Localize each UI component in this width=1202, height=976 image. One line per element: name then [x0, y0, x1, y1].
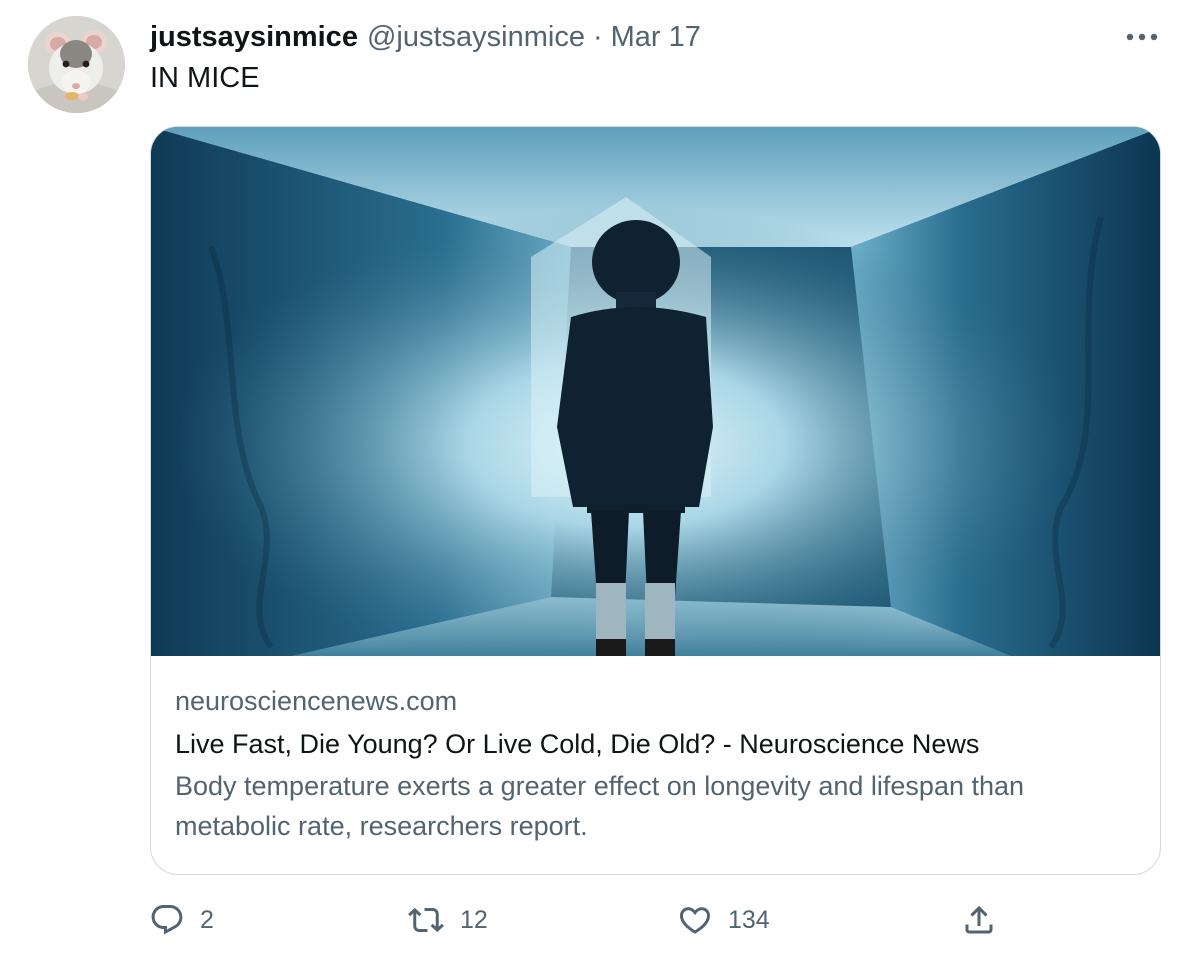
user-handle[interactable]: @justsaysinmice — [367, 21, 585, 54]
reply-icon — [151, 905, 183, 935]
avatar[interactable] — [28, 16, 125, 113]
retweet-button[interactable]: 12 — [406, 896, 488, 944]
like-count: 134 — [728, 905, 770, 934]
heart-icon — [679, 907, 711, 934]
like-button[interactable]: 134 — [676, 896, 770, 944]
tweet-date[interactable]: Mar 17 — [611, 21, 701, 54]
reply-button[interactable]: 2 — [148, 896, 214, 944]
card-body: neurosciencenews.com Live Fast, Die Youn… — [151, 656, 1160, 846]
share-icon — [965, 905, 993, 934]
more-icon — [1126, 33, 1158, 41]
tweet-text: IN MICE — [150, 62, 260, 94]
mouse-avatar-icon — [28, 16, 125, 113]
card-domain: neurosciencenews.com — [175, 686, 458, 716]
card-title: Live Fast, Die Young? Or Live Cold, Die … — [175, 729, 980, 759]
retweet-icon — [408, 907, 444, 933]
share-button[interactable] — [960, 896, 998, 944]
display-name[interactable]: justsaysinmice — [150, 21, 358, 54]
more-options-button[interactable] — [1122, 22, 1162, 52]
retweet-count: 12 — [460, 905, 488, 934]
card-description: Body temperature exerts a greater effect… — [175, 771, 1025, 841]
tweet-actions: 2 12 134 — [148, 896, 1008, 944]
tweet: justsaysinmice @justsaysinmice · Mar 17 … — [0, 0, 1202, 976]
card-image[interactable] — [151, 127, 1160, 656]
ice-tunnel-photo-icon — [151, 127, 1160, 656]
tweet-header: justsaysinmice @justsaysinmice · Mar 17 — [150, 18, 701, 56]
link-card[interactable]: neurosciencenews.com Live Fast, Die Youn… — [150, 126, 1161, 875]
separator-dot: · — [592, 20, 603, 53]
reply-count: 2 — [200, 905, 214, 934]
